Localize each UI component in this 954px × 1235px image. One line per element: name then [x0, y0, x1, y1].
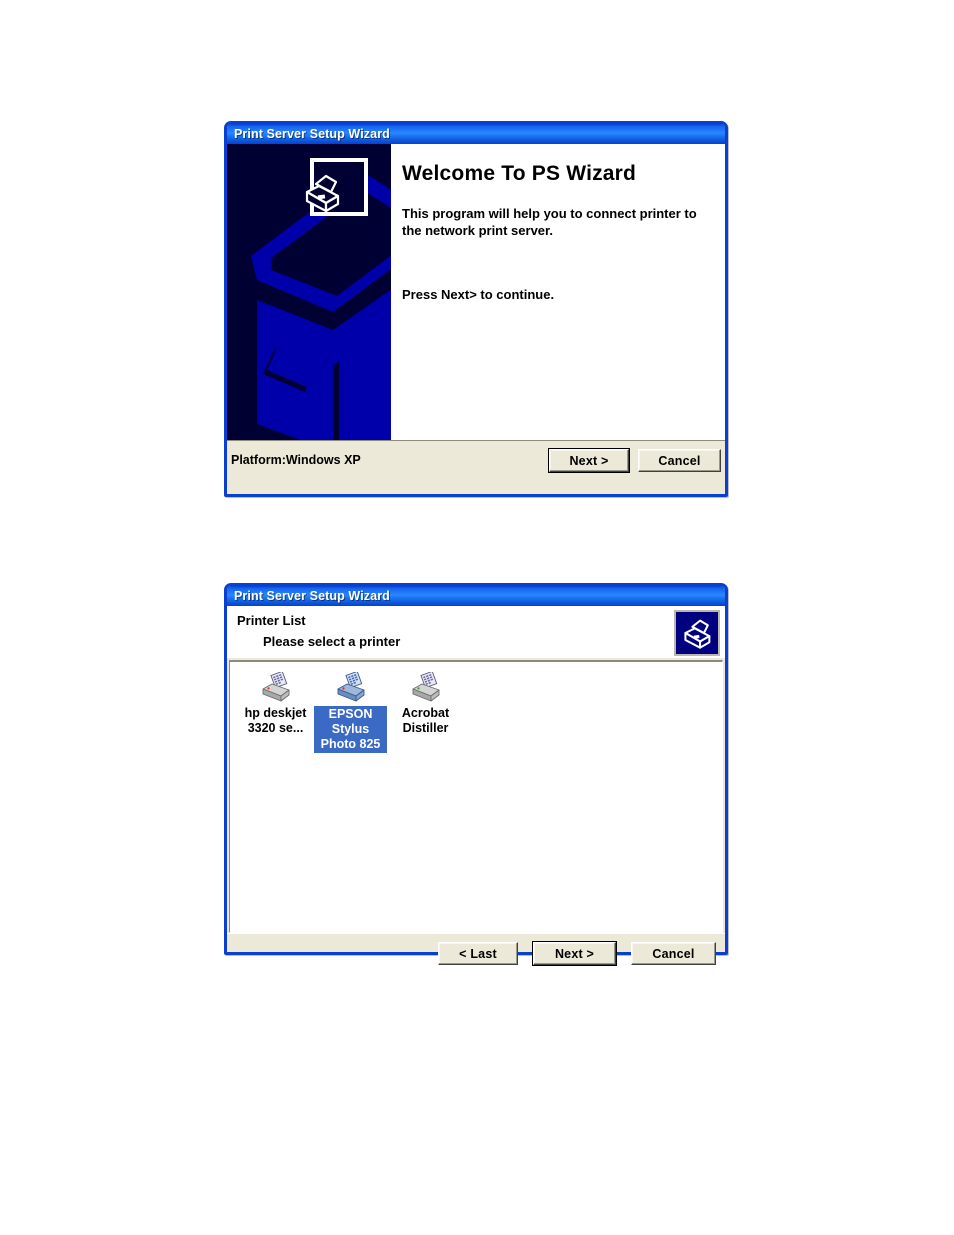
printer-name: hp deskjet 3320 se... — [244, 706, 307, 735]
last-button[interactable]: < Last — [438, 942, 518, 965]
printer-name: EPSON Stylus Photo 825 — [314, 706, 387, 754]
cancel-button[interactable]: Cancel — [631, 942, 716, 965]
print-server-icon — [684, 619, 711, 649]
page-title: Welcome To PS Wizard — [402, 162, 637, 185]
dialog-footer: Platform:Windows XP Next > Cancel — [227, 440, 725, 494]
print-server-setup-wizard-welcome-dialog: Print Server Setup Wizard Welcome To PS … — [224, 121, 728, 497]
wizard-side-banner — [227, 144, 391, 440]
window-title: Print Server Setup Wizard — [234, 127, 390, 141]
cancel-button[interactable]: Cancel — [638, 449, 721, 472]
printer-icon-blue — [333, 670, 369, 703]
printer-list-subtitle: Please select a printer — [263, 634, 401, 649]
dialog-footer: < Last Next > Cancel — [227, 933, 725, 966]
printer-list-title: Printer List — [237, 613, 306, 628]
dialog-body: Welcome To PS Wizard This program will h… — [227, 144, 725, 494]
printer-list[interactable]: hp deskjet 3320 se... EPSON Stylus Photo… — [229, 660, 723, 933]
printer-list-item-selected[interactable]: EPSON Stylus Photo 825 — [314, 668, 387, 754]
titlebar[interactable]: Print Server Setup Wizard — [227, 124, 725, 144]
titlebar[interactable]: Print Server Setup Wizard — [227, 586, 725, 606]
dialog-body: Printer List Please select a printer hp … — [227, 606, 725, 966]
print-server-icon — [305, 174, 340, 213]
printer-icon — [408, 670, 444, 703]
print-server-icon-badge — [674, 610, 720, 656]
window-title: Print Server Setup Wizard — [234, 589, 390, 603]
printer-list-item[interactable]: Acrobat Distiller — [389, 668, 462, 736]
platform-label: Platform:Windows XP — [231, 453, 361, 467]
printer-list-item[interactable]: hp deskjet 3320 se... — [239, 668, 312, 736]
next-button[interactable]: Next > — [548, 448, 630, 473]
printer-icon — [258, 670, 294, 703]
wizard-content-pane: Welcome To PS Wizard This program will h… — [391, 144, 725, 440]
print-server-icon-badge — [305, 158, 368, 216]
press-next-hint: Press Next> to continue. — [402, 287, 555, 303]
printer-name: Acrobat Distiller — [401, 706, 450, 735]
print-server-setup-wizard-printer-list-dialog: Print Server Setup Wizard Printer List P… — [224, 583, 728, 966]
printer-list-header: Printer List Please select a printer — [227, 606, 725, 658]
next-button[interactable]: Next > — [532, 941, 617, 966]
welcome-description: This program will help you to connect pr… — [402, 206, 697, 239]
